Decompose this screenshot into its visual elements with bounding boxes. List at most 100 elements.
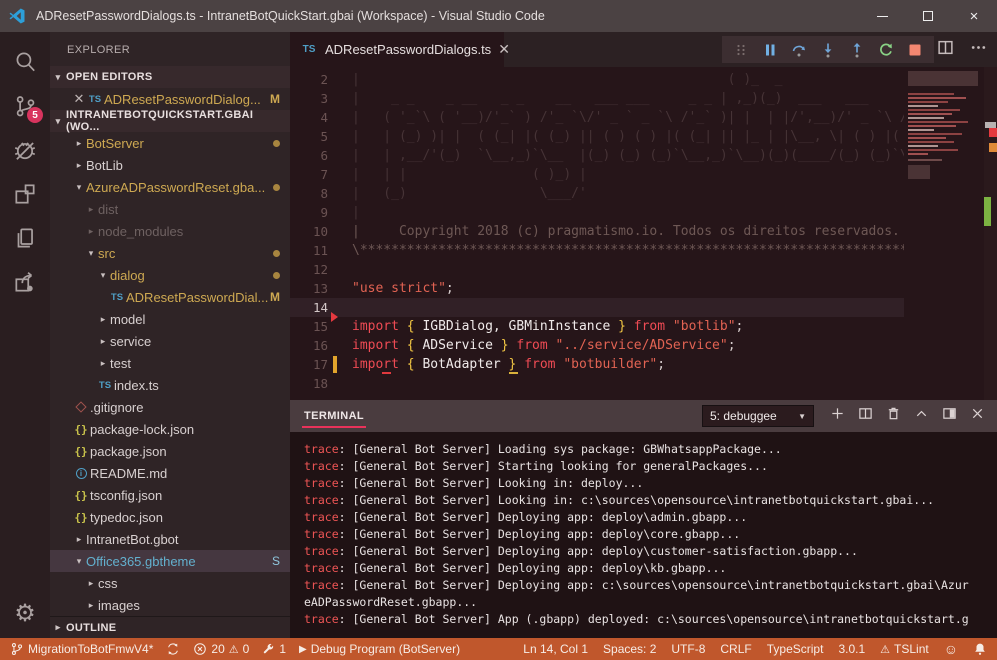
sync-item[interactable] bbox=[166, 642, 180, 656]
terminal-output[interactable]: trace: [General Bot Server] Loading sys … bbox=[290, 432, 997, 638]
line-number[interactable]: 5 bbox=[290, 127, 328, 146]
code-line[interactable]: 2| ( )_ _ bbox=[290, 70, 904, 89]
code-line[interactable]: 7| | | ( )_) | bbox=[290, 165, 904, 184]
tree-folder-intranetbot-gbot[interactable]: ▸IntranetBot.gbot bbox=[50, 528, 290, 550]
debug-status-item[interactable]: ▶ Debug Program (BotServer) bbox=[299, 642, 460, 656]
tree-folder-model[interactable]: ▸model bbox=[50, 308, 290, 330]
tree-folder-css[interactable]: ▸css bbox=[50, 572, 290, 594]
code-line[interactable]: 9| bbox=[290, 203, 904, 222]
line-number[interactable]: 3 bbox=[290, 89, 328, 108]
line-number[interactable]: 6 bbox=[290, 146, 328, 165]
tree-folder-dialog[interactable]: ▾dialog bbox=[50, 264, 290, 286]
tree-folder-office365-gbtheme[interactable]: ▾Office365.gbthemeS bbox=[50, 550, 290, 572]
step-over-button[interactable] bbox=[787, 39, 811, 61]
line-number[interactable]: 14 bbox=[290, 298, 328, 317]
tree-file-readme-md[interactable]: iREADME.md bbox=[50, 462, 290, 484]
code-line[interactable]: 6| | ,__/'(_) `\__,_)`\__ |(_) (_) (_)`\… bbox=[290, 146, 904, 165]
line-number[interactable]: 9 bbox=[290, 203, 328, 222]
maximize-panel-icon[interactable] bbox=[914, 406, 929, 426]
code-line[interactable]: 16import { ADService } from "../service/… bbox=[290, 336, 904, 355]
close-panel-icon[interactable] bbox=[970, 406, 985, 426]
tree-file-tsconfig-json[interactable]: {}tsconfig.json bbox=[50, 484, 290, 506]
tree-folder-service[interactable]: ▸service bbox=[50, 330, 290, 352]
line-number[interactable]: 10 bbox=[290, 222, 328, 241]
documents-icon[interactable] bbox=[0, 216, 50, 260]
tree-folder-images[interactable]: ▸images bbox=[50, 594, 290, 616]
tree-file-package-lock-json[interactable]: {}package-lock.json bbox=[50, 418, 290, 440]
kill-terminal-icon[interactable] bbox=[886, 406, 901, 426]
ts-version-item[interactable]: 3.0.1 bbox=[838, 642, 865, 656]
line-number[interactable]: 4 bbox=[290, 108, 328, 127]
pause-button[interactable] bbox=[758, 39, 782, 61]
tree-folder-dist[interactable]: ▸dist bbox=[50, 198, 290, 220]
notifications-bell-icon[interactable] bbox=[973, 642, 987, 656]
minimap[interactable] bbox=[904, 67, 984, 400]
tree-folder-src[interactable]: ▾src bbox=[50, 242, 290, 264]
line-number[interactable]: 16 bbox=[290, 336, 328, 355]
open-editors-header[interactable]: ▾ OPEN EDITORS bbox=[50, 66, 290, 88]
restart-button[interactable] bbox=[874, 39, 898, 61]
code-line[interactable]: 11\*************************************… bbox=[290, 241, 904, 260]
tools-item[interactable]: 1 bbox=[262, 642, 286, 656]
terminal-select[interactable]: 5: debuggee ▼ bbox=[702, 405, 814, 427]
code-lines[interactable]: 2| ( )_ _3| _ _ _ __ _ _ __ ___ ___ _ _ … bbox=[290, 67, 904, 400]
tab-terminal[interactable]: TERMINAL bbox=[302, 402, 366, 430]
share-icon[interactable] bbox=[0, 260, 50, 304]
maximize-button[interactable] bbox=[905, 0, 951, 32]
step-into-button[interactable] bbox=[816, 39, 840, 61]
code-line[interactable]: 8| (_) \___/' bbox=[290, 184, 904, 203]
toolbar-drag-handle[interactable] bbox=[729, 39, 753, 61]
feedback-smiley-icon[interactable]: ☺ bbox=[944, 641, 958, 657]
stop-button[interactable] bbox=[903, 39, 927, 61]
code-line[interactable]: 13"use strict"; bbox=[290, 279, 904, 298]
code-line[interactable]: 10| Copyright 2018 (c) pragmatismo.io. T… bbox=[290, 222, 904, 241]
tree-folder-node-modules[interactable]: ▸node_modules bbox=[50, 220, 290, 242]
line-number[interactable]: 15 bbox=[290, 317, 328, 336]
code-line[interactable]: 3| _ _ _ __ _ _ __ ___ ___ _ _ | ,_)(_) … bbox=[290, 89, 904, 108]
line-number[interactable]: 8 bbox=[290, 184, 328, 203]
eol-item[interactable]: CRLF bbox=[720, 642, 751, 656]
code-line[interactable]: 14 bbox=[290, 298, 904, 317]
extensions-icon[interactable] bbox=[0, 172, 50, 216]
search-icon[interactable] bbox=[0, 40, 50, 84]
indentation-item[interactable]: Spaces: 2 bbox=[603, 642, 656, 656]
settings-gear-icon[interactable]: ⚙ bbox=[14, 602, 36, 626]
encoding-item[interactable]: UTF-8 bbox=[671, 642, 705, 656]
tree-file-gitignore[interactable]: .gitignore bbox=[50, 396, 290, 418]
close-icon[interactable]: ✕ bbox=[72, 91, 86, 107]
panel-layout-icon[interactable] bbox=[942, 406, 957, 426]
line-number[interactable]: 2 bbox=[290, 70, 328, 89]
debug-icon[interactable] bbox=[0, 128, 50, 172]
workspace-header[interactable]: ▾ INTRANETBOTQUICKSTART.GBAI (WO... bbox=[50, 110, 290, 132]
overview-ruler[interactable] bbox=[984, 67, 997, 400]
source-control-icon[interactable]: 5 bbox=[0, 84, 50, 128]
tree-folder-botlib[interactable]: ▸BotLib bbox=[50, 154, 290, 176]
line-number[interactable]: 17 bbox=[290, 355, 328, 374]
tree-folder-test[interactable]: ▸test bbox=[50, 352, 290, 374]
new-terminal-icon[interactable] bbox=[830, 406, 845, 426]
tree-folder-azureadpasswordreset-gba[interactable]: ▾AzureADPasswordReset.gba... bbox=[50, 176, 290, 198]
tree-folder-botserver[interactable]: ▸BotServer bbox=[50, 132, 290, 154]
open-editor-item[interactable]: ✕ TS ADResetPasswordDialog... M bbox=[50, 88, 290, 110]
tree-file-typedoc-json[interactable]: {}typedoc.json bbox=[50, 506, 290, 528]
line-number[interactable]: 13 bbox=[290, 279, 328, 298]
line-number[interactable]: 11 bbox=[290, 241, 328, 260]
code-line[interactable]: 12 bbox=[290, 260, 904, 279]
code-line[interactable]: 18 bbox=[290, 374, 904, 393]
tree-file-index-ts[interactable]: TSindex.ts bbox=[50, 374, 290, 396]
tree-file-package-json[interactable]: {}package.json bbox=[50, 440, 290, 462]
line-number[interactable]: 12 bbox=[290, 260, 328, 279]
language-mode-item[interactable]: TypeScript bbox=[767, 642, 824, 656]
cursor-position-item[interactable]: Ln 14, Col 1 bbox=[523, 642, 588, 656]
tab-close-icon[interactable]: ✕ bbox=[498, 41, 510, 58]
code-editor[interactable]: 2| ( )_ _3| _ _ _ __ _ _ __ ___ ___ _ _ … bbox=[290, 67, 997, 400]
tree-file-adresetpassworddial[interactable]: TSADResetPasswordDial...M bbox=[50, 286, 290, 308]
split-editor-icon[interactable] bbox=[937, 39, 954, 61]
code-line[interactable]: 5| | (_) )| | ( (_| |( (_) || ( ) ( ) |(… bbox=[290, 127, 904, 146]
minimize-button[interactable] bbox=[859, 0, 905, 32]
code-line[interactable]: 4| ( '_`\ ( '__)/'_` ) /'_ `\/' _ ` _ `\… bbox=[290, 108, 904, 127]
tslint-item[interactable]: ⚠ TSLint bbox=[880, 642, 929, 656]
split-terminal-icon[interactable] bbox=[858, 406, 873, 426]
code-line[interactable]: 15import { IGBDialog, GBMinInstance } fr… bbox=[290, 317, 904, 336]
line-number[interactable]: 7 bbox=[290, 165, 328, 184]
